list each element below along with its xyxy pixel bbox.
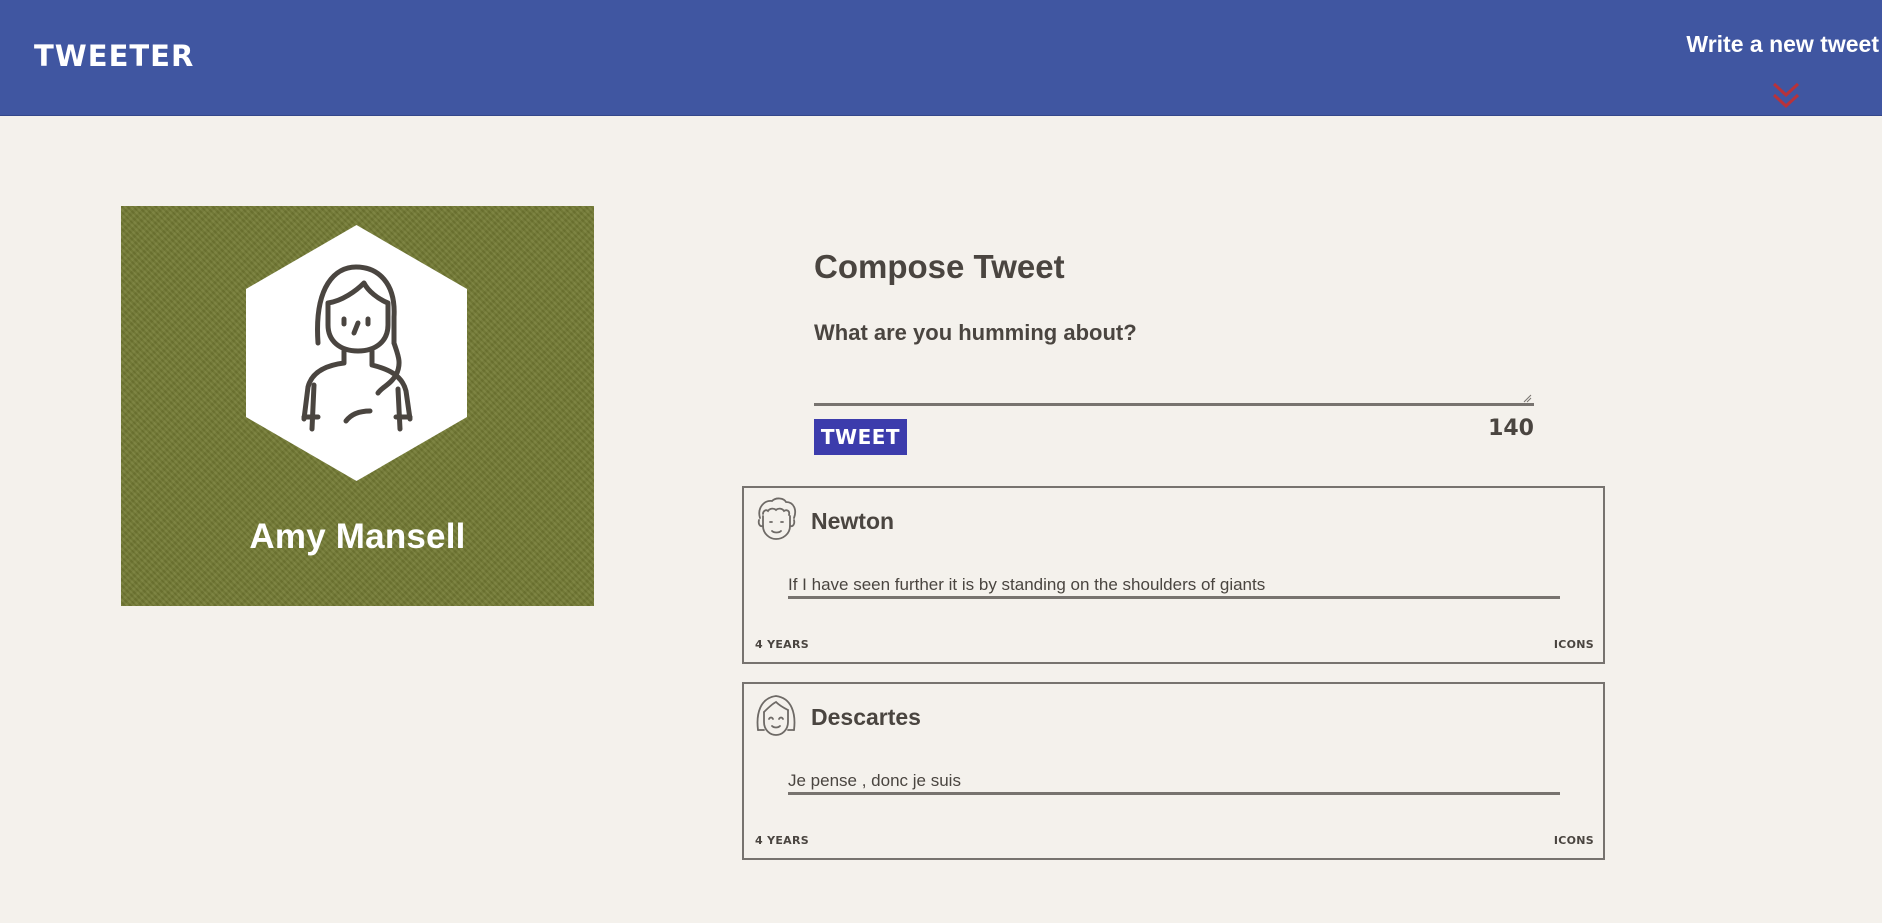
tweet-text: If I have seen further it is by standing… xyxy=(788,575,1560,599)
curly-hair-man-avatar-icon xyxy=(757,497,797,540)
tweet-author: Newton xyxy=(811,508,895,534)
double-chevron-down-icon[interactable] xyxy=(1770,78,1802,114)
tweet-card: Descartes Je pense , donc je suis 4 YEAR… xyxy=(742,682,1605,860)
write-new-tweet-link[interactable]: Write a new tweet xyxy=(1686,31,1879,58)
resize-grip-icon[interactable] xyxy=(1522,393,1532,403)
tweet-textarea[interactable] xyxy=(814,316,1534,406)
character-counter: 140 xyxy=(1488,416,1534,441)
woman-avatar-icon xyxy=(246,225,467,481)
tweet-icons-link[interactable]: ICONS xyxy=(1554,834,1594,847)
tweet-author: Descartes xyxy=(811,704,921,730)
profile-card: Amy Mansell xyxy=(121,206,594,606)
tweet-text: Je pense , donc je suis xyxy=(788,771,1560,795)
tweet-icons-link[interactable]: ICONS xyxy=(1554,638,1594,651)
compose-title: Compose Tweet xyxy=(814,248,1065,285)
top-nav: TWEETER Write a new tweet xyxy=(0,0,1882,116)
tweet-submit-button[interactable]: TWEET xyxy=(814,419,907,455)
profile-name: Amy Mansell xyxy=(249,517,466,556)
tweet-age: 4 YEARS xyxy=(755,638,809,651)
tweet-card: Newton If I have seen further it is by s… xyxy=(742,486,1605,664)
tweet-age: 4 YEARS xyxy=(755,834,809,847)
bob-hair-avatar-icon xyxy=(756,695,796,736)
brand-logo: TWEETER xyxy=(34,39,195,73)
